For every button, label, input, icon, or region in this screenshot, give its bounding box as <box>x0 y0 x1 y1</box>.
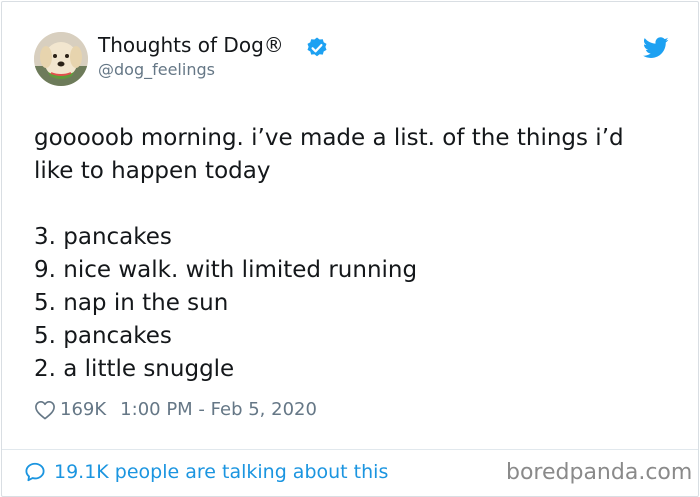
tweet-intro-line: like to happen today <box>34 158 271 184</box>
tweet-intro-line: gooooob morning. i’ve made a list. of th… <box>34 125 624 151</box>
like-count[interactable]: 169K <box>60 399 106 420</box>
author-display-name[interactable]: Thoughts of Dog® <box>98 33 284 57</box>
list-item: 5. pancakes <box>34 323 172 349</box>
list-item: 9. nice walk. with limited running <box>34 257 418 283</box>
twitter-bird-icon[interactable] <box>643 37 669 59</box>
dog-avatar-icon <box>34 32 88 86</box>
conversation-count-text[interactable]: 19.1K people are talking about this <box>54 461 388 483</box>
tweet-timestamp[interactable]: 1:00 PM - Feb 5, 2020 <box>120 399 317 420</box>
line-spacer <box>34 188 674 221</box>
tweet-body: gooooob morning. i’ve made a list. of th… <box>34 122 674 386</box>
verified-badge-icon <box>307 37 327 57</box>
tweet-meta: 169K 1:00 PM - Feb 5, 2020 <box>34 399 317 420</box>
footer-divider <box>2 449 698 450</box>
conversation-link[interactable]: 19.1K people are talking about this <box>24 461 388 483</box>
speech-bubble-icon <box>25 462 45 482</box>
list-item: 5. nap in the sun <box>34 290 229 316</box>
list-item: 2. a little snuggle <box>34 356 235 382</box>
author-avatar[interactable] <box>34 32 88 86</box>
heart-outline-icon[interactable] <box>34 400 56 420</box>
source-watermark: boredpanda.com <box>506 460 693 485</box>
tweet-card: Thoughts of Dog® @dog_feelings gooooob m… <box>1 1 699 497</box>
list-item: 3. pancakes <box>34 224 172 250</box>
author-handle[interactable]: @dog_feelings <box>98 60 215 79</box>
